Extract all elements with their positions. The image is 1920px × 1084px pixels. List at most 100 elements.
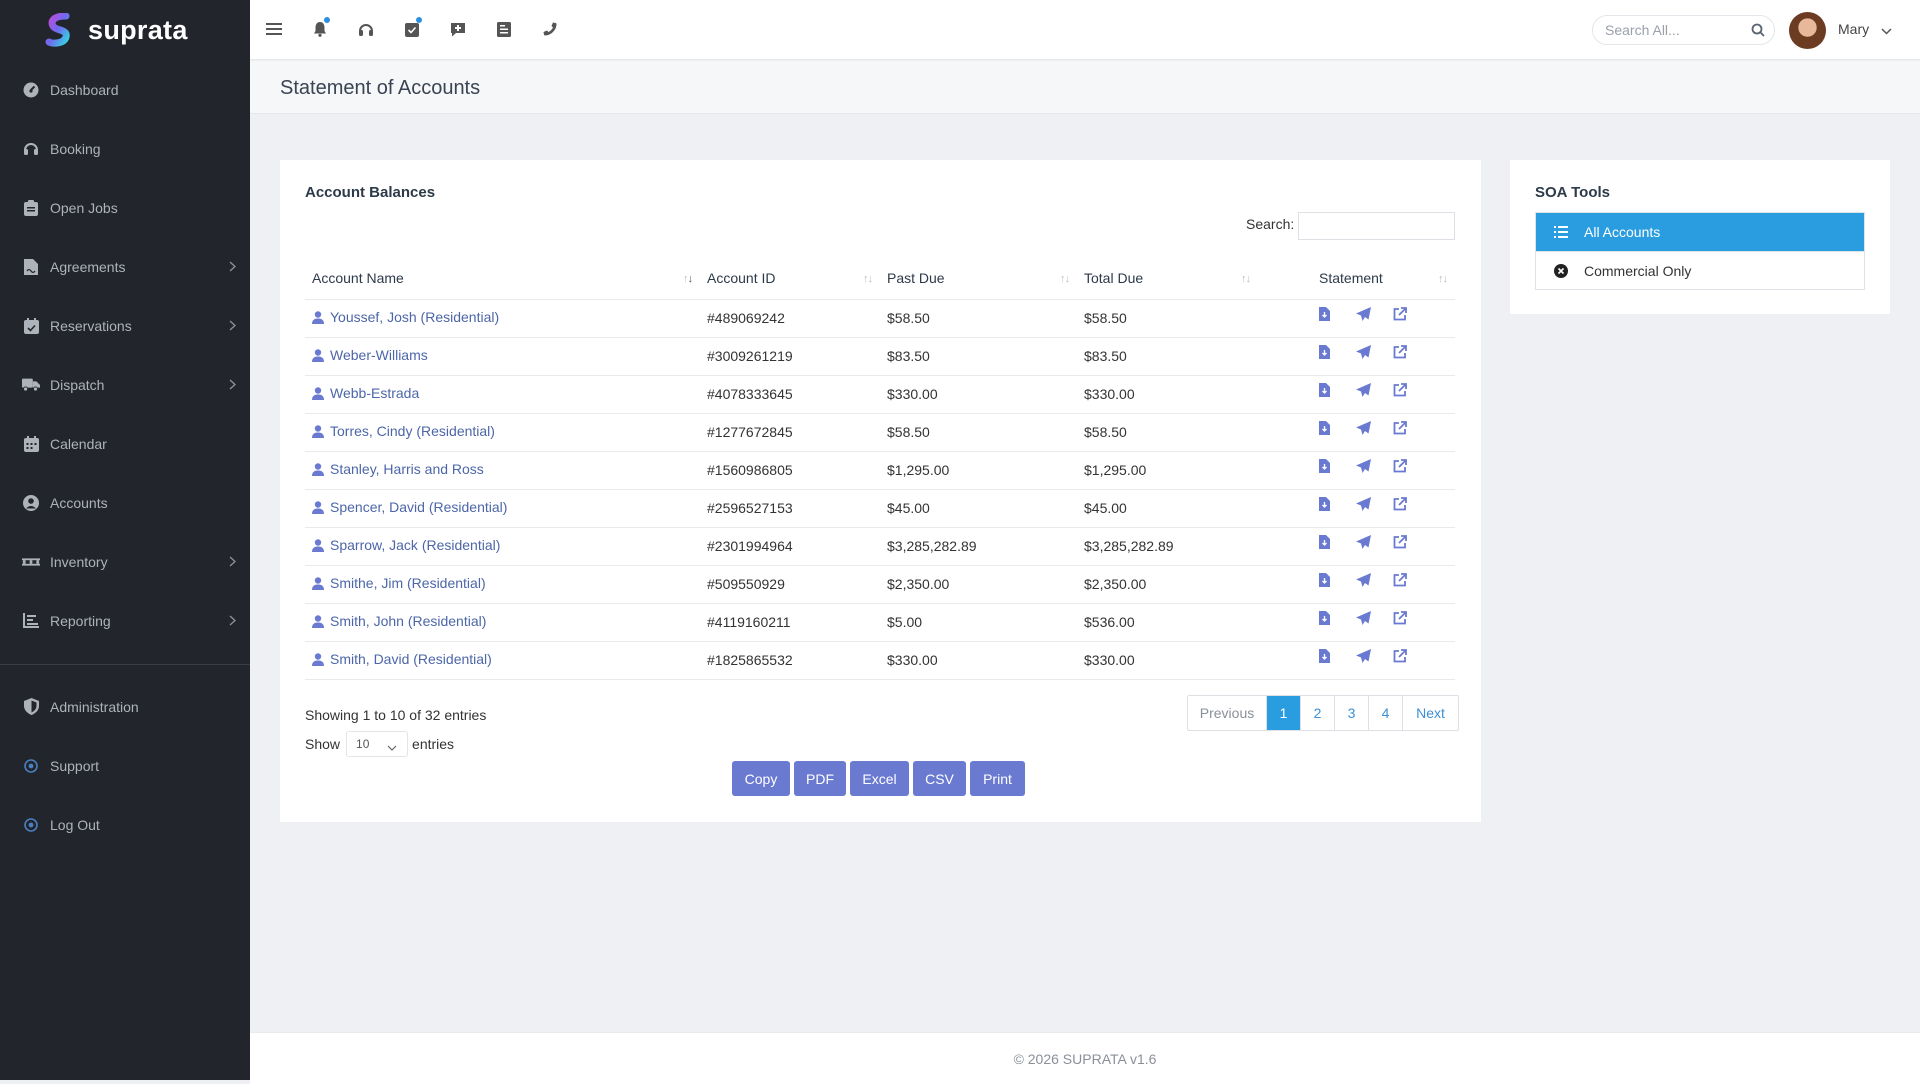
table-search-input[interactable]	[1298, 212, 1455, 240]
column-header-past-due[interactable]: Past Due ↑↓	[880, 257, 1077, 299]
commercial-only-filter[interactable]: Commercial Only	[1536, 251, 1864, 289]
all-accounts-filter[interactable]: All Accounts	[1536, 213, 1864, 251]
account-name-link[interactable]: Sparrow, Jack (Residential)	[312, 537, 500, 553]
external-link-icon[interactable]	[1393, 421, 1430, 435]
csv-button[interactable]: CSV	[913, 761, 966, 796]
account-name: Stanley, Harris and Ross	[330, 461, 484, 478]
external-link-icon[interactable]	[1393, 345, 1430, 359]
file-download-icon[interactable]	[1319, 345, 1356, 359]
external-link-icon[interactable]	[1393, 497, 1430, 511]
paper-plane-icon[interactable]	[1356, 306, 1393, 322]
sidebar-item-dashboard[interactable]: Dashboard	[0, 60, 250, 119]
search-icon[interactable]	[1751, 23, 1765, 42]
phone-icon[interactable]	[540, 19, 560, 39]
paper-plane-icon[interactable]	[1356, 458, 1393, 474]
pagination-previous[interactable]: Previous	[1188, 696, 1267, 730]
account-name-link[interactable]: Youssef, Josh (Residential)	[312, 309, 499, 325]
external-link-icon[interactable]	[1393, 611, 1430, 625]
file-download-icon[interactable]	[1319, 611, 1356, 625]
sidebar-item-dispatch[interactable]: Dispatch	[0, 355, 250, 414]
pagination-page-4[interactable]: 4	[1369, 696, 1403, 730]
user-icon	[312, 349, 324, 362]
global-search-input[interactable]	[1593, 16, 1743, 44]
page-length-value: 10	[356, 737, 370, 751]
paper-plane-icon[interactable]	[1356, 496, 1393, 512]
sidebar-item-label: Reservations	[50, 317, 132, 334]
copy-button[interactable]: Copy	[732, 761, 790, 796]
account-name-link[interactable]: Weber-Williams	[312, 347, 428, 363]
account-name-cell: Youssef, Josh (Residential)	[305, 298, 700, 337]
sidebar-item-reservations[interactable]: Reservations	[0, 296, 250, 355]
paper-plane-icon[interactable]	[1356, 420, 1393, 436]
file-download-icon[interactable]	[1319, 421, 1356, 435]
sort-icon: ↑↓	[1438, 273, 1448, 285]
account-id-cell: #1277672845	[700, 412, 880, 451]
pagination-page-1[interactable]: 1	[1267, 696, 1301, 730]
account-name-link[interactable]: Stanley, Harris and Ross	[312, 461, 484, 477]
account-name-link[interactable]: Smithe, Jim (Residential)	[312, 575, 486, 591]
account-name-link[interactable]: Smith, John (Residential)	[312, 613, 486, 629]
sidebar-item-booking[interactable]: Booking	[0, 119, 250, 178]
sidebar-item-accounts[interactable]: Accounts	[0, 473, 250, 532]
bell-icon[interactable]	[310, 17, 330, 39]
file-download-icon[interactable]	[1319, 535, 1356, 549]
file-download-icon[interactable]	[1319, 497, 1356, 511]
receipt-icon[interactable]	[494, 19, 514, 39]
paper-plane-icon[interactable]	[1356, 572, 1393, 588]
file-download-icon[interactable]	[1319, 459, 1356, 473]
account-name-cell: Smith, John (Residential)	[305, 602, 700, 641]
comment-plus-icon[interactable]	[448, 19, 468, 39]
pagination-next[interactable]: Next	[1403, 696, 1458, 730]
paper-plane-icon[interactable]	[1356, 534, 1393, 550]
page-length-select[interactable]: 10	[346, 731, 409, 757]
user-name[interactable]: Mary	[1838, 21, 1869, 37]
paper-plane-icon[interactable]	[1356, 610, 1393, 626]
pdf-button[interactable]: PDF	[794, 761, 846, 796]
sidebar-item-agreements[interactable]: Agreements	[0, 237, 250, 296]
tasks-icon[interactable]	[402, 17, 422, 39]
file-download-icon[interactable]	[1319, 307, 1356, 321]
paper-plane-icon[interactable]	[1356, 648, 1393, 664]
topbar: Mary	[250, 0, 1920, 60]
column-header-account-id[interactable]: Account ID ↑↓	[700, 257, 880, 299]
brand-logo[interactable]: suprata	[0, 0, 250, 60]
statement-cell	[1312, 374, 1455, 413]
external-link-icon[interactable]	[1393, 307, 1430, 321]
external-link-icon[interactable]	[1393, 459, 1430, 473]
pagination-page-2[interactable]: 2	[1301, 696, 1335, 730]
menu-icon[interactable]	[264, 19, 284, 39]
headphones-icon[interactable]	[356, 19, 376, 39]
file-download-icon[interactable]	[1319, 383, 1356, 397]
sidebar-item-open-jobs[interactable]: Open Jobs	[0, 178, 250, 237]
sidebar-item-support[interactable]: Support	[0, 736, 250, 795]
excel-button[interactable]: Excel	[850, 761, 909, 796]
sidebar-item-administration[interactable]: Administration	[0, 677, 250, 736]
column-header-statement[interactable]: Statement ↑↓	[1312, 257, 1455, 299]
print-button[interactable]: Print	[970, 761, 1025, 796]
avatar[interactable]	[1789, 12, 1826, 49]
account-name-link[interactable]: Torres, Cindy (Residential)	[312, 423, 495, 439]
external-link-icon[interactable]	[1393, 649, 1430, 663]
account-name-link[interactable]: Smith, David (Residential)	[312, 651, 492, 667]
pagination-page-3[interactable]: 3	[1335, 696, 1369, 730]
file-download-icon[interactable]	[1319, 573, 1356, 587]
paper-plane-icon[interactable]	[1356, 344, 1393, 360]
chevron-down-icon[interactable]	[1881, 22, 1892, 40]
external-link-icon[interactable]	[1393, 383, 1430, 397]
sidebar-item-log-out[interactable]: Log Out	[0, 795, 250, 854]
column-header-total-due[interactable]: Total Due ↑↓	[1077, 257, 1312, 299]
paper-plane-icon[interactable]	[1356, 382, 1393, 398]
external-link-icon[interactable]	[1393, 573, 1430, 587]
account-name-link[interactable]: Webb-Estrada	[312, 385, 419, 401]
account-name-link[interactable]: Spencer, David (Residential)	[312, 499, 507, 515]
sidebar-item-reporting[interactable]: Reporting	[0, 591, 250, 650]
sidebar-item-inventory[interactable]: Inventory	[0, 532, 250, 591]
dot-circle-icon	[22, 816, 40, 834]
sidebar-item-calendar[interactable]: Calendar	[0, 414, 250, 473]
statement-cell	[1312, 602, 1455, 641]
column-header-account-name[interactable]: Account Name ↑↓	[305, 257, 700, 299]
page-header: Statement of Accounts	[250, 61, 1920, 114]
global-search[interactable]	[1592, 15, 1775, 45]
file-download-icon[interactable]	[1319, 649, 1356, 663]
external-link-icon[interactable]	[1393, 535, 1430, 549]
